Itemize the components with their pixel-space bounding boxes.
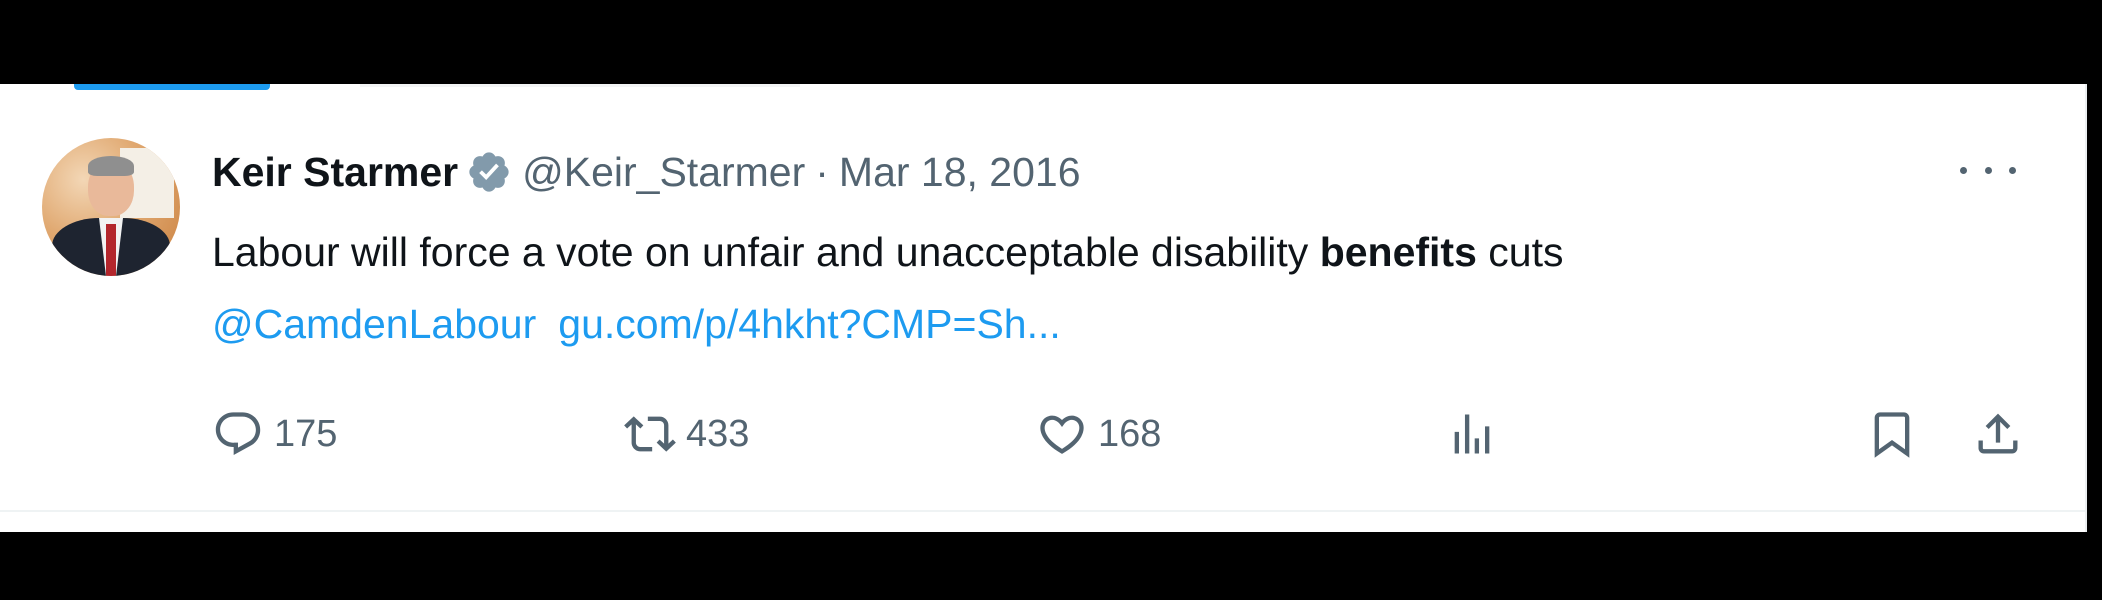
tab-strip [360,84,800,87]
bookmark-button[interactable] [1866,404,1918,464]
retweet-button[interactable]: 433 [624,404,749,464]
action-bar: 175 433 168 [212,404,2032,464]
author-name[interactable]: Keir Starmer [212,149,458,196]
tweet-text-part: Labour will force a vote on unfair and u… [212,229,1320,275]
verified-badge-icon[interactable] [466,149,512,195]
active-tab-indicator [74,84,270,90]
mention-link[interactable]: @CamdenLabour [212,301,536,347]
reply-button[interactable]: 175 [212,404,337,464]
bottom-letterbox [0,532,2102,600]
views-button[interactable] [1446,404,1498,464]
separator-dot: · [815,148,829,195]
retweet-count: 433 [686,412,750,455]
analytics-icon [1454,414,1490,454]
tweet-links: @CamdenLabour gu.com/p/4hkht?CMP=Sh... [212,296,1061,352]
avatar[interactable] [42,138,180,276]
url-link[interactable]: gu.com/p/4hkht?CMP=Sh... [558,301,1061,347]
top-letterbox [0,0,2102,84]
tweet-text-bold: benefits [1319,229,1477,275]
reply-icon [215,412,261,456]
author-handle[interactable]: @Keir_Starmer [522,149,805,196]
retweet-icon [624,416,676,452]
tweet-text-part: cuts [1476,229,1564,275]
reply-count: 175 [274,412,338,455]
like-button[interactable]: 168 [1036,404,1161,464]
tweet-date[interactable]: Mar 18, 2016 [839,149,1081,196]
bookmark-icon [1874,412,1910,458]
share-button[interactable] [1972,404,2024,464]
like-count: 168 [1098,412,1162,455]
more-options-icon[interactable] [1960,150,2016,190]
heart-icon [1040,415,1084,454]
divider [0,510,2085,512]
share-icon [1978,413,2018,454]
tweet-header: Keir Starmer @Keir_Starmer · Mar 18, 201… [212,142,1081,202]
tweet-text: Labour will force a vote on unfair and u… [212,224,2032,280]
